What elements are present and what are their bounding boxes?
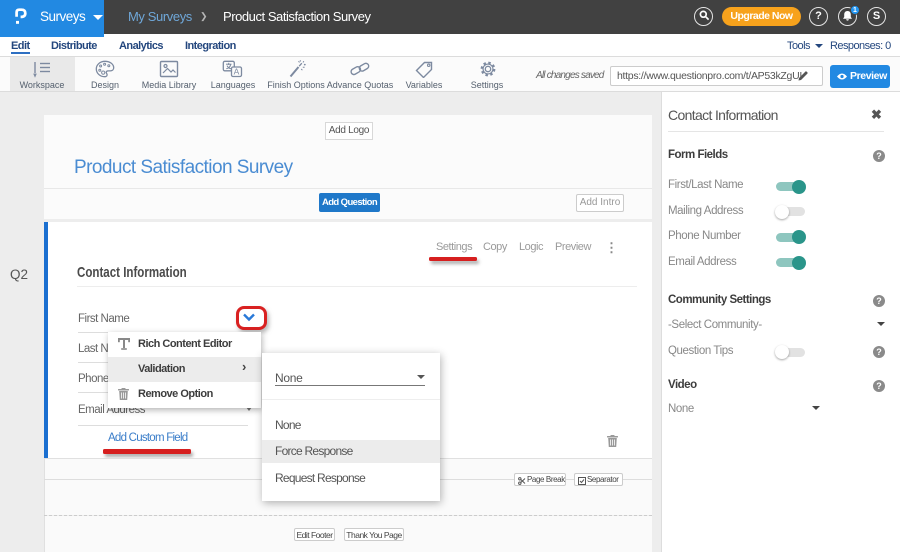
svg-text:A: A <box>234 67 240 77</box>
